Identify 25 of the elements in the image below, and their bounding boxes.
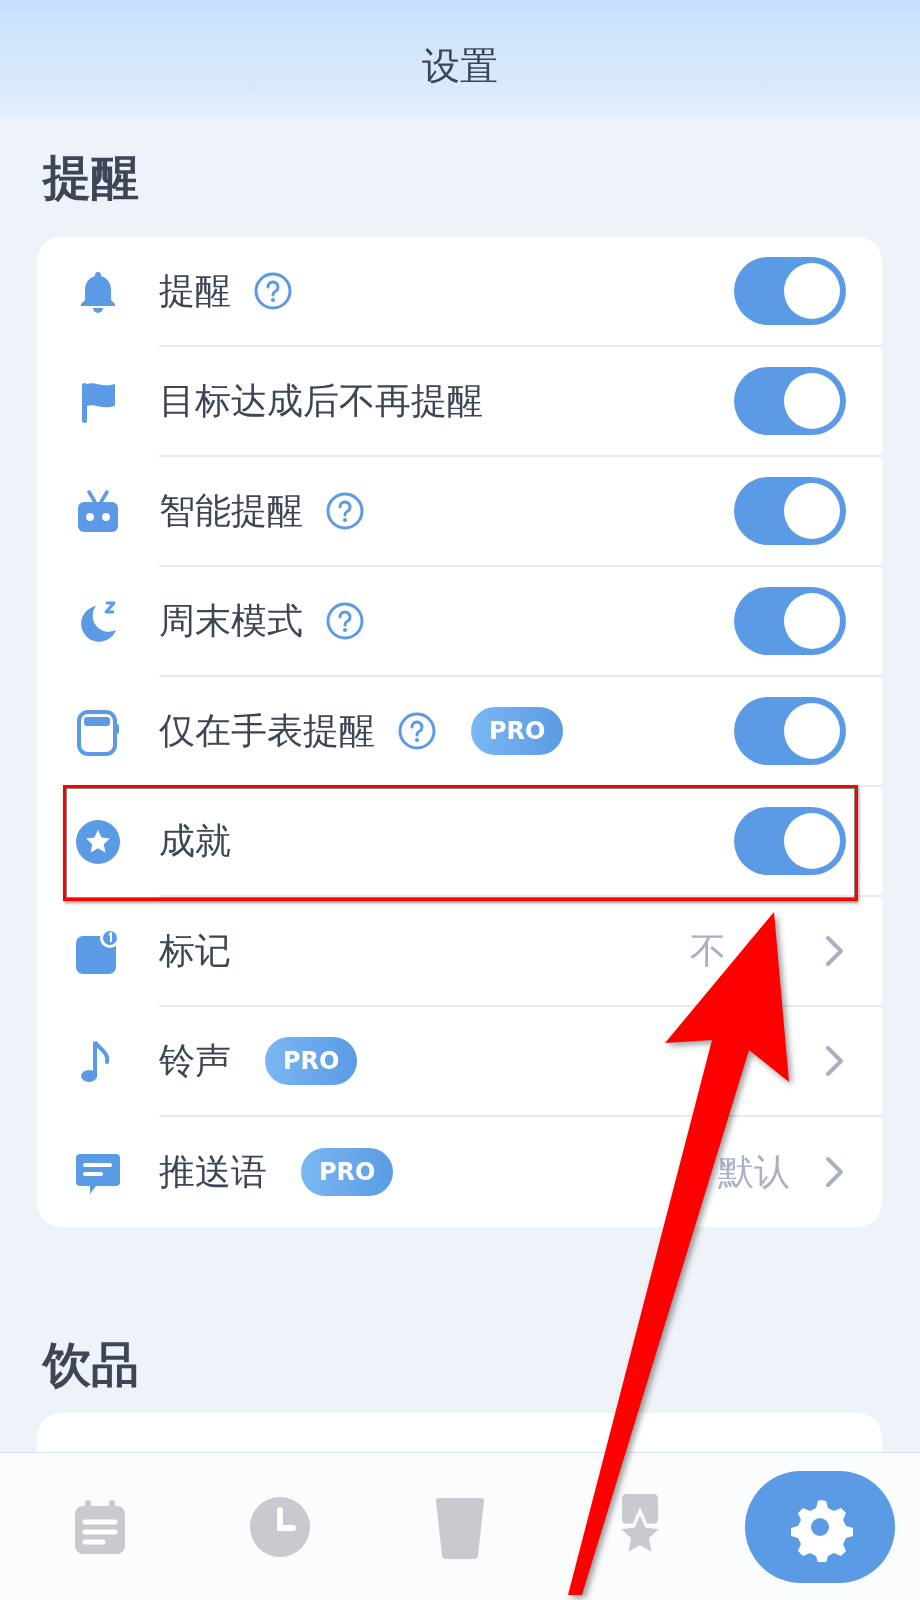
chevron-right-icon[interactable] [824,1044,846,1078]
section-title: 饮品 [43,1335,140,1394]
setting-label: 目标达成后不再提醒 [159,378,483,423]
setting-label: 提醒 [159,268,231,313]
pro-badge: PRO [471,707,564,755]
help-icon[interactable] [253,271,293,311]
pro-badge: PRO [265,1037,358,1085]
setting-label: 标记 [159,928,231,973]
help-icon[interactable] [325,601,365,641]
setting-value[interactable]: 不 [690,926,726,976]
watch-icon [74,708,122,756]
setting-label: 成就 [159,818,231,863]
page-title: 设置 [422,42,498,90]
setting-label: 周末模式 [159,598,303,643]
setting-value[interactable]: 默认 [718,1147,790,1197]
chevron-right-icon[interactable] [824,934,846,968]
setting-label: 智能提醒 [159,488,303,533]
help-icon[interactable] [397,711,437,751]
setting-label: 铃声 [159,1038,231,1083]
pro-badge: PRO [301,1148,394,1196]
chevron-right-icon[interactable] [824,1155,846,1189]
help-icon[interactable] [325,491,365,531]
setting-label: 仅在手表提醒 [159,708,375,753]
section-title: 提醒 [43,147,140,207]
setting-label: 推送语 [159,1149,267,1194]
